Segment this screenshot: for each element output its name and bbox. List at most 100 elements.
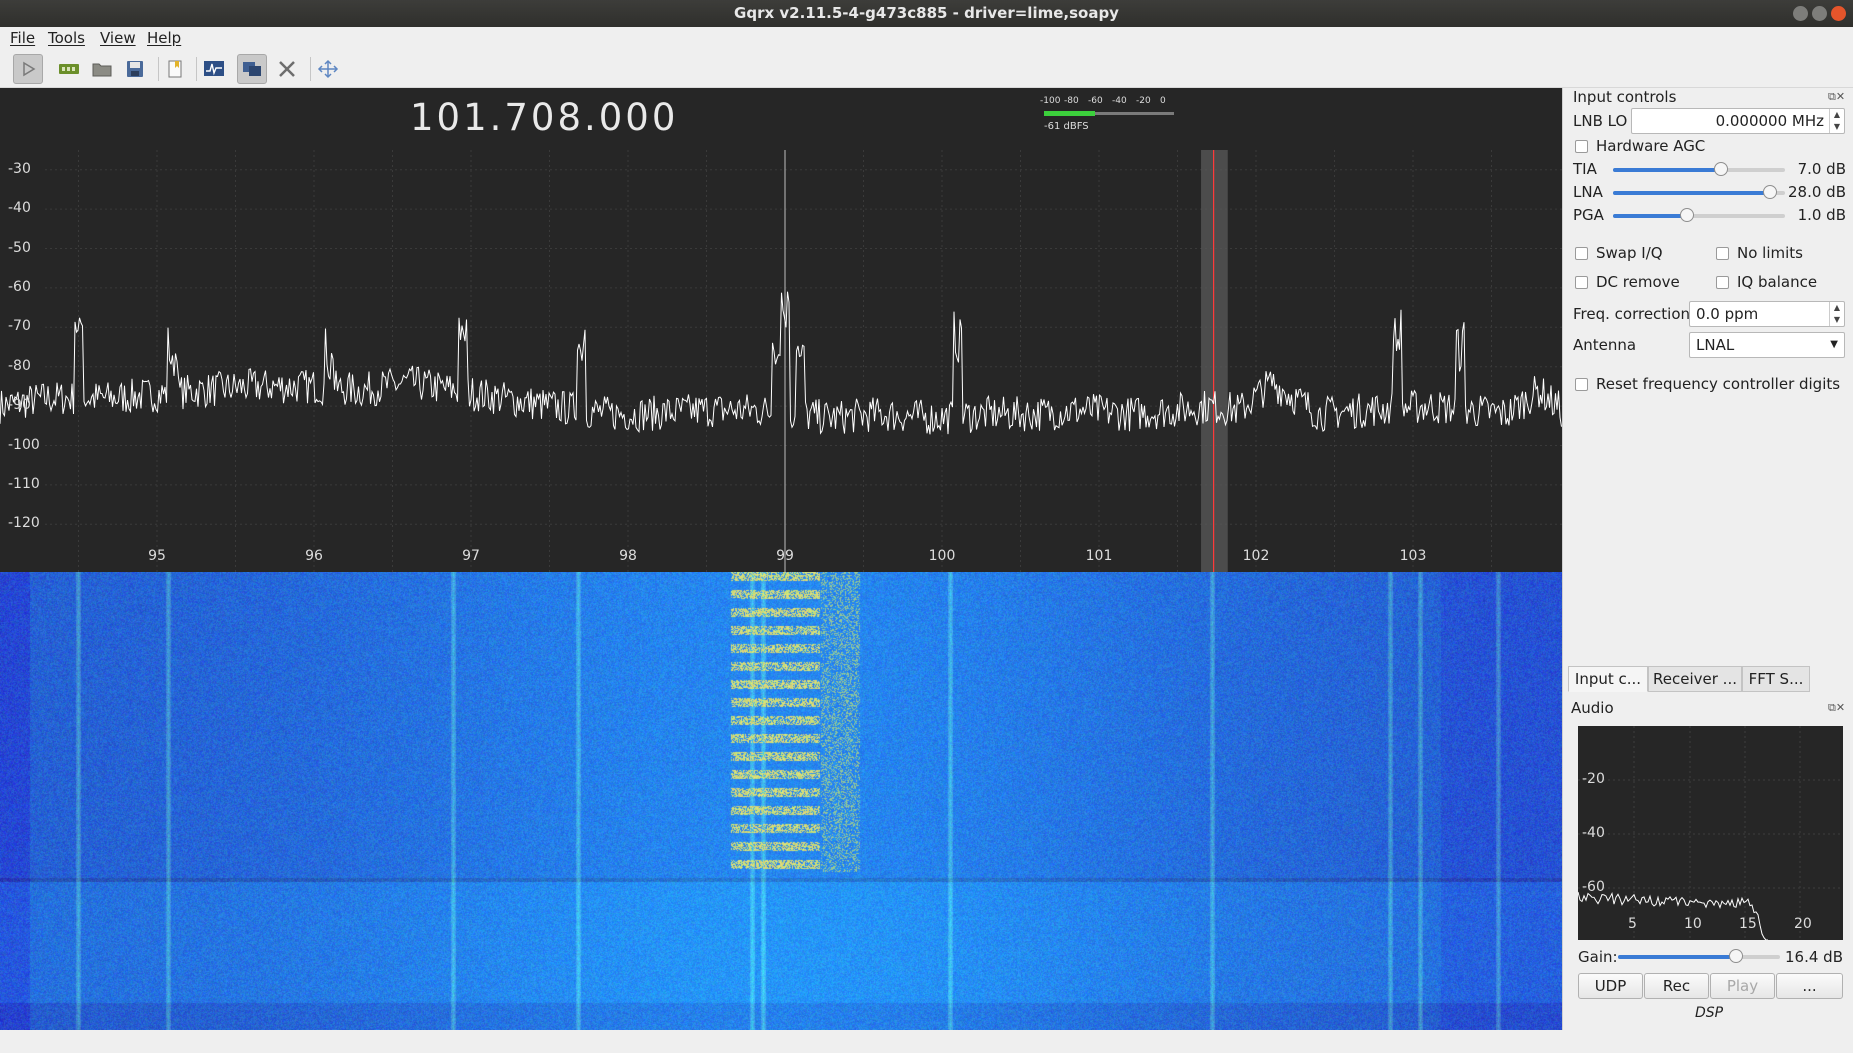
- bookmark-button[interactable]: [160, 54, 190, 84]
- tia-value: 7.0 dB: [1797, 160, 1846, 178]
- y-tick-label: -70: [8, 318, 31, 335]
- bookmark-icon: [168, 60, 182, 78]
- play-icon: [23, 61, 36, 77]
- dsp-label: DSP: [1695, 1005, 1724, 1021]
- menu-tools[interactable]: Tools: [48, 29, 85, 47]
- lnb-lo-value: 0.000000 MHz: [1715, 112, 1824, 130]
- x-tick-label: 102: [1242, 548, 1270, 564]
- freq-correction-input[interactable]: 0.0 ppm ▲ ▼: [1689, 301, 1845, 327]
- no-limits-checkbox[interactable]: [1716, 247, 1729, 260]
- y-tick-label: -60: [8, 278, 31, 295]
- menu-view[interactable]: View: [100, 29, 136, 47]
- audio-gain-label: Gain:: [1578, 948, 1618, 966]
- freq-correction-label: Freq. correction: [1573, 305, 1691, 323]
- toolbar: [0, 51, 1853, 88]
- open-button[interactable]: [87, 54, 117, 84]
- pga-label: PGA: [1573, 206, 1604, 224]
- menu-help[interactable]: Help: [147, 29, 181, 47]
- fft-settings-button[interactable]: [199, 54, 229, 84]
- fit-icon: [317, 59, 339, 79]
- tab-receiver-options[interactable]: Receiver ...: [1648, 666, 1742, 692]
- tab-fft-settings[interactable]: FFT S...: [1742, 666, 1810, 692]
- status-bar: [0, 1030, 1853, 1053]
- filter-band[interactable]: [1201, 150, 1228, 572]
- y-tick-label: -30: [8, 160, 31, 177]
- dc-remove-checkbox[interactable]: [1575, 276, 1588, 289]
- audio-gain-slider[interactable]: [1618, 949, 1780, 963]
- tab-input-controls[interactable]: Input c...: [1568, 666, 1648, 692]
- reset-digits-checkbox[interactable]: [1575, 378, 1588, 391]
- dock-float-button[interactable]: ⧉✕: [1828, 90, 1845, 104]
- freq-correction-spinner[interactable]: ▲ ▼: [1829, 302, 1844, 326]
- title-bar: Gqrx v2.11.5-4-g473c885 - driver=lime,so…: [0, 0, 1853, 27]
- window-title: Gqrx v2.11.5-4-g473c885 - driver=lime,so…: [734, 4, 1119, 22]
- udp-button[interactable]: UDP: [1578, 973, 1643, 999]
- reset-digits-label: Reset frequency controller digits: [1596, 375, 1841, 393]
- iq-balance-checkbox[interactable]: [1716, 276, 1729, 289]
- toolbar-separator: [310, 57, 311, 81]
- audio-gain-value: 16.4 dB: [1785, 948, 1843, 966]
- lna-slider-fill: [1613, 191, 1770, 195]
- audio-options-button[interactable]: ...: [1776, 973, 1843, 999]
- tools-button[interactable]: [272, 54, 302, 84]
- lna-slider-handle[interactable]: [1762, 185, 1777, 199]
- swap-iq-checkbox[interactable]: [1575, 247, 1588, 260]
- x-tick-label: 96: [305, 548, 323, 564]
- waterfall-display[interactable]: [0, 572, 1562, 1030]
- audio-y-tick-label: -40: [1582, 825, 1605, 841]
- maximize-button[interactable]: [1812, 6, 1827, 21]
- auto-fit-button[interactable]: [313, 54, 343, 84]
- fft-icon: [204, 61, 224, 76]
- antenna-value: LNAL: [1696, 336, 1735, 354]
- iq-balance-label: IQ balance: [1737, 273, 1818, 291]
- y-tick-label: -100: [8, 436, 40, 453]
- remote-control-button[interactable]: [237, 54, 267, 84]
- hardware-agc-checkbox[interactable]: [1575, 140, 1588, 153]
- x-tick-label: 99: [776, 548, 794, 564]
- lnb-lo-label: LNB LO: [1573, 112, 1628, 130]
- pga-slider-handle[interactable]: [1679, 208, 1694, 222]
- tia-slider-handle[interactable]: [1714, 162, 1729, 176]
- hardware-icon: [59, 64, 79, 74]
- pga-slider[interactable]: [1613, 208, 1785, 222]
- input-controls-title: Input controls: [1573, 88, 1677, 106]
- lnb-lo-input[interactable]: 0.000000 MHz ▲ ▼: [1631, 108, 1845, 134]
- tia-label: TIA: [1573, 160, 1597, 178]
- hardware-agc-label: Hardware AGC: [1596, 137, 1706, 155]
- tia-slider[interactable]: [1613, 162, 1785, 176]
- minimize-button[interactable]: [1793, 6, 1808, 21]
- audio-y-tick-label: -20: [1582, 771, 1605, 787]
- antenna-select[interactable]: LNAL ▼: [1689, 332, 1845, 358]
- y-tick-label: -40: [8, 200, 31, 217]
- x-tick-label: 101: [1085, 548, 1113, 564]
- menu-file[interactable]: File: [10, 29, 35, 47]
- spectrum-plot[interactable]: 101.708.000 -100 -80 -60 -40 -20 0 -61 dBFS -…: [0, 88, 1562, 572]
- lnb-lo-spinner[interactable]: ▲ ▼: [1829, 109, 1844, 133]
- spectrum-canvas: [0, 150, 1562, 572]
- record-button[interactable]: Rec: [1644, 973, 1709, 999]
- audio-gain-fill: [1618, 955, 1737, 959]
- chevron-down-icon: ▼: [1830, 339, 1838, 350]
- menu-bar: File Tools View Help: [0, 27, 1853, 51]
- remote-icon: [243, 62, 261, 76]
- swap-iq-label: Swap I/Q: [1596, 244, 1663, 262]
- pga-value: 1.0 dB: [1797, 206, 1846, 224]
- lna-slider[interactable]: [1613, 185, 1785, 199]
- play-button[interactable]: Play: [1710, 973, 1775, 999]
- audio-fft-plot[interactable]: -20 -40 -60 5 10 15 20: [1578, 726, 1843, 940]
- pga-slider-fill: [1613, 214, 1687, 218]
- audio-dock-buttons[interactable]: ⧉✕: [1828, 701, 1845, 715]
- x-tick-label: 103: [1399, 548, 1427, 564]
- lna-label: LNA: [1573, 183, 1603, 201]
- audio-fft-canvas: [1578, 726, 1843, 940]
- audio-x-tick-label: 10: [1684, 916, 1702, 932]
- start-dsp-button[interactable]: [13, 54, 43, 84]
- save-button[interactable]: [120, 54, 150, 84]
- lna-value: 28.0 dB: [1788, 183, 1846, 201]
- audio-x-tick-label: 20: [1794, 916, 1812, 932]
- spectrum-trace: [0, 291, 1562, 435]
- no-limits-label: No limits: [1737, 244, 1803, 262]
- io-devices-button[interactable]: [54, 54, 84, 84]
- close-button[interactable]: [1831, 6, 1846, 21]
- y-tick-label: -120: [8, 515, 40, 532]
